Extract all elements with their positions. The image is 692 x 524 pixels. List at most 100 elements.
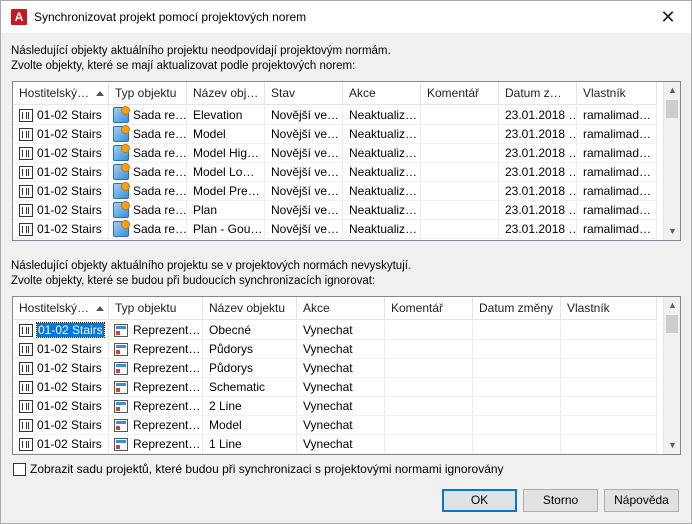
table-cell: ramalimad…: [577, 163, 657, 182]
table-cell: [421, 106, 499, 125]
column-header[interactable]: Hostitelský…: [13, 82, 109, 105]
table-cell: Obecné: [203, 321, 297, 340]
table-cell: 01-02 Stairs: [13, 220, 109, 239]
display-set-icon: [113, 163, 130, 180]
table-cell: Novější ve…: [265, 125, 343, 144]
table-row[interactable]: 01-02 Stairs Reprezent… Půdorys Vynechat: [13, 340, 657, 359]
grid2-scroll-thumb[interactable]: [666, 315, 678, 333]
column-header[interactable]: Typ objektu: [109, 82, 187, 105]
column-header-label: Akce: [303, 301, 330, 315]
cell-text: Plan - Gou…: [193, 222, 263, 236]
table-row[interactable]: 01-02 Stairs Sada re… Plan - Gou… Novější v…: [13, 220, 657, 239]
column-header[interactable]: Komentář: [385, 297, 473, 320]
table-cell: [385, 416, 473, 435]
table-row[interactable]: 01-02 Stairs Sada re… Model Novější ve… Neak…: [13, 125, 657, 144]
scroll-down-icon[interactable]: ▼: [664, 223, 681, 240]
grid2-vertical-scrollbar[interactable]: ▲ ▼: [663, 297, 680, 454]
cancel-button[interactable]: Storno: [523, 489, 598, 512]
display-set-icon: [113, 106, 130, 123]
table-cell: Model Hig…: [187, 144, 265, 163]
table-row[interactable]: 01-02 Stairs Sada re… Plan Novější ve… Neakt…: [13, 201, 657, 220]
column-header[interactable]: Datum změny: [473, 297, 561, 320]
table-cell: Neaktualiz…: [343, 106, 421, 125]
cell-text: Sada re…: [133, 222, 187, 236]
cell-text: Obecné: [209, 323, 252, 337]
show-ignored-checkbox[interactable]: [13, 462, 26, 476]
dialog-title: Synchronizovat projekt pomocí projektový…: [34, 10, 307, 24]
cell-text: Novější ve…: [271, 203, 340, 217]
table-row[interactable]: 01-02 Stairs Sada re… Model Pre… Novější ve…: [13, 182, 657, 201]
table-cell: 01-02 Stairs: [13, 201, 109, 220]
column-header[interactable]: Název objektu: [203, 297, 297, 320]
section2-line1: Následující objekty aktuálního projektu …: [11, 260, 412, 272]
building-icon: [19, 438, 33, 451]
table-row[interactable]: 01-02 Stairs Sada re… Elevation Novější ve……: [13, 106, 657, 125]
table-cell: Reprezent…: [109, 378, 203, 397]
table-cell: 01-02 Stairs: [13, 359, 109, 378]
section2-instructions: Následující objekty aktuálního projektu …: [11, 259, 411, 289]
table-cell: 23.01.2018 …: [499, 106, 577, 125]
table-cell: 01-02 Stairs: [13, 182, 109, 201]
cell-text: Neaktualiz…: [349, 146, 418, 160]
column-header[interactable]: Vlastník: [577, 82, 657, 105]
nonconforming-objects-grid[interactable]: Hostitelský… Typ objektu Název obj… Stav Akc…: [12, 81, 681, 241]
cell-text: 01-02 Stairs: [37, 361, 102, 375]
cell-text: Vynechat: [303, 361, 353, 375]
table-cell: [561, 359, 657, 378]
table-cell: Sada re…: [109, 144, 187, 163]
table-row[interactable]: 01-02 Stairs Reprezent… 1 Line Vynechat: [13, 435, 657, 454]
table-row[interactable]: 01-02 Stairs Reprezent… Půdorys Vynechat: [13, 359, 657, 378]
table-cell: Novější ve…: [265, 163, 343, 182]
column-header[interactable]: Komentář: [421, 82, 499, 105]
table-row[interactable]: 01-02 Stairs Reprezent… Model Vynechat: [13, 416, 657, 435]
column-header[interactable]: Stav: [265, 82, 343, 105]
cell-text: 01-02 Stairs: [37, 399, 102, 413]
grid1-rows: 01-02 Stairs Sada re… Elevation Novější ve……: [13, 106, 657, 239]
cell-text: Novější ve…: [271, 184, 340, 198]
cell-text: Model: [209, 418, 242, 432]
display-set-icon: [113, 144, 130, 161]
cell-text: 01-02 Stairs: [37, 165, 102, 179]
cell-text: Reprezent…: [133, 380, 201, 394]
ok-button[interactable]: OK: [442, 489, 517, 512]
table-cell: Neaktualiz…: [343, 220, 421, 239]
show-ignored-row[interactable]: Zobrazit sadu projektů, které budou při …: [13, 462, 504, 476]
table-row[interactable]: 01-02 Stairs Reprezent… 2 Line Vynechat: [13, 397, 657, 416]
scroll-down-icon[interactable]: ▼: [664, 437, 681, 454]
scroll-up-icon[interactable]: ▲: [664, 297, 681, 314]
cell-text: Novější ve…: [271, 146, 340, 160]
column-header[interactable]: Hostitelský…: [13, 297, 109, 320]
column-header[interactable]: Název obj…: [187, 82, 265, 105]
column-header-label: Vlastník: [567, 301, 610, 315]
cell-text: ramalimad…: [583, 146, 652, 160]
table-cell: 01-02 Stairs: [13, 144, 109, 163]
table-cell: [421, 220, 499, 239]
table-row[interactable]: 01-02 Stairs Sada re… Model Lo… Novější ve……: [13, 163, 657, 182]
sort-ascending-icon: [96, 306, 104, 311]
table-row[interactable]: 01-02 Stairs Reprezent… Schematic Vynechat: [13, 378, 657, 397]
missing-objects-grid[interactable]: Hostitelský… Typ objektu Název objektu Akce…: [12, 296, 681, 455]
column-header-label: Stav: [271, 86, 296, 100]
building-icon: [19, 324, 33, 337]
grid1-header: Hostitelský… Typ objektu Název obj… Stav Akc…: [13, 82, 657, 105]
cell-text: Novější ve…: [271, 108, 340, 122]
column-header[interactable]: Vlastník: [561, 297, 657, 320]
column-header[interactable]: Akce: [297, 297, 385, 320]
scroll-up-icon[interactable]: ▲: [664, 82, 681, 99]
column-header[interactable]: Datum z…: [499, 82, 577, 105]
grid1-vertical-scrollbar[interactable]: ▲ ▼: [663, 82, 680, 240]
grid1-scroll-thumb[interactable]: [666, 100, 678, 118]
table-row[interactable]: 01-02 Stairs Sada re… Model Hig… Novější ve…: [13, 144, 657, 163]
table-cell: Elevation: [187, 106, 265, 125]
table-row[interactable]: 01-02 Stairs Reprezent… Obecné Vynechat: [13, 321, 657, 340]
help-button[interactable]: Nápověda: [604, 489, 679, 512]
grid2-header: Hostitelský… Typ objektu Název objektu Akce…: [13, 297, 657, 320]
table-cell: ramalimad…: [577, 106, 657, 125]
cell-text: Sada re…: [133, 108, 187, 122]
column-header[interactable]: Akce: [343, 82, 421, 105]
close-button[interactable]: ✕: [645, 1, 691, 33]
section1-line2: Zvolte objekty, které se mají aktualizov…: [11, 60, 356, 72]
column-header[interactable]: Typ objektu: [109, 297, 203, 320]
sort-ascending-icon: [96, 91, 104, 96]
building-icon: [19, 343, 33, 356]
